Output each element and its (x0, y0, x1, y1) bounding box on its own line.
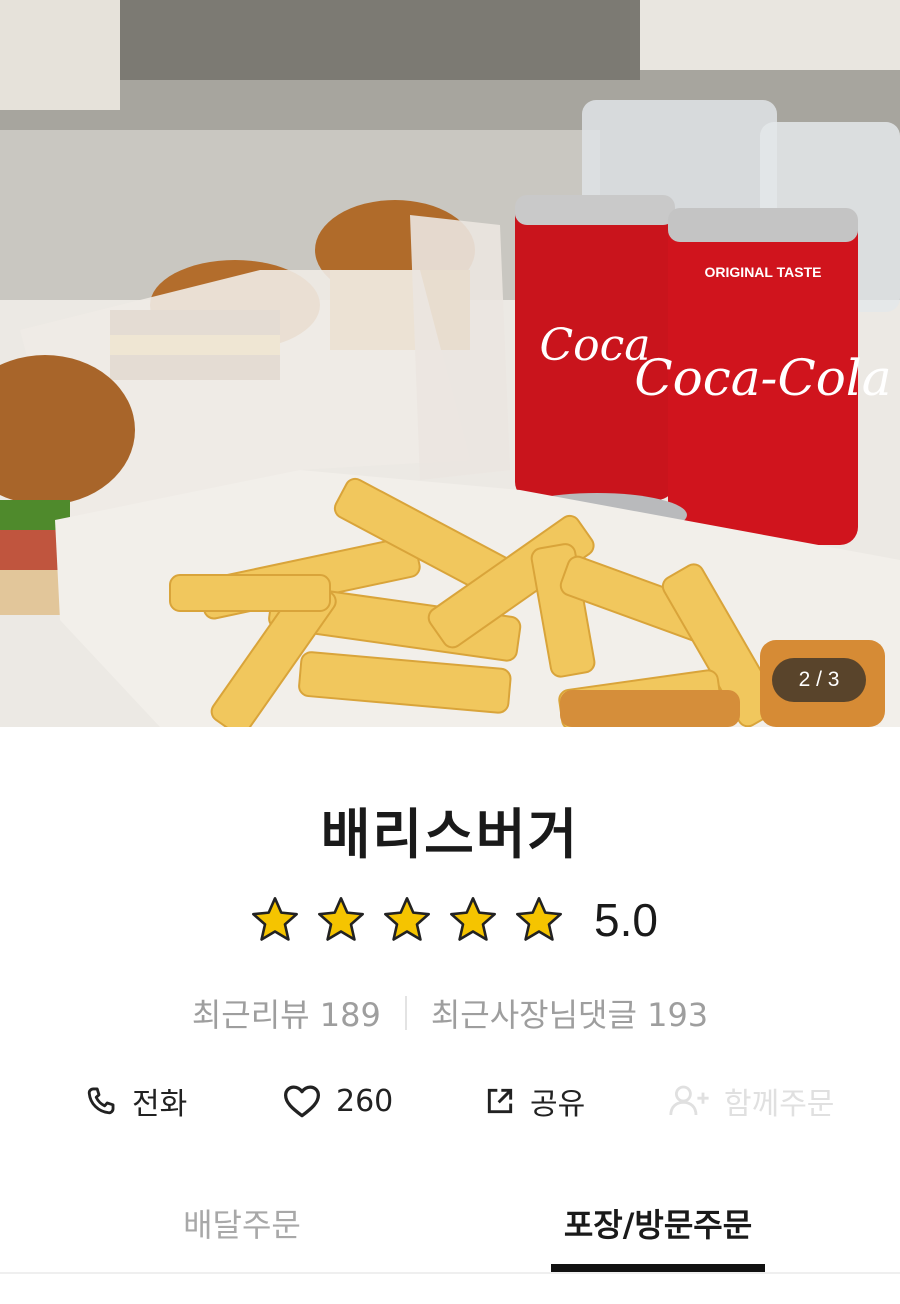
review-summary: 최근리뷰 189 최근사장님댓글 193 (0, 990, 900, 1036)
order-type-tabs: 배달주문 포장/방문주문 (0, 1195, 900, 1275)
recent-reviews-link[interactable]: 최근리뷰 189 (192, 990, 381, 1036)
divider (0, 1272, 900, 1274)
like-button[interactable]: 260 (282, 1075, 393, 1127)
rating-score: 5.0 (594, 894, 658, 946)
share-button[interactable]: 공유 (484, 1075, 585, 1127)
image-page-counter: 2 / 3 (772, 658, 866, 702)
owner-replies-link[interactable]: 최근사장님댓글 193 (431, 990, 708, 1036)
star-icon (252, 897, 298, 941)
tab-pickup[interactable]: 포장/방문주문 (433, 1195, 883, 1275)
phone-icon (87, 1087, 115, 1115)
star-icon (318, 897, 364, 941)
store-name: 배리스버거 (320, 803, 580, 866)
share-label: 공유 (530, 1087, 586, 1122)
tab-delivery[interactable]: 배달주문 (17, 1195, 467, 1275)
call-button[interactable]: 전화 (84, 1075, 187, 1127)
share-icon (487, 1088, 513, 1114)
store-hero-image[interactable]: Coca ORIGINAL TASTE Coca-Cola 2 / 3 (0, 0, 900, 727)
star-icon (450, 897, 496, 941)
like-count: 260 (336, 1083, 394, 1119)
action-bar: 전화 260 공유 함께주문 (0, 1075, 900, 1127)
heart-icon (284, 1085, 320, 1118)
divider (404, 996, 407, 1030)
active-tab-indicator (551, 1264, 765, 1272)
store-rating[interactable]: 5.0 (0, 893, 900, 947)
call-label: 전화 (132, 1087, 188, 1122)
food-photo: Coca ORIGINAL TASTE Coca-Cola (0, 0, 900, 727)
svg-text:ORIGINAL TASTE: ORIGINAL TASTE (705, 264, 822, 280)
star-icon (384, 897, 430, 941)
group-order-button[interactable]: 함께주문 (668, 1075, 834, 1127)
add-person-icon (669, 1085, 709, 1116)
star-icon (516, 897, 562, 941)
svg-text:Coca-Cola: Coca-Cola (634, 349, 891, 407)
group-order-label: 함께주문 (724, 1087, 835, 1122)
